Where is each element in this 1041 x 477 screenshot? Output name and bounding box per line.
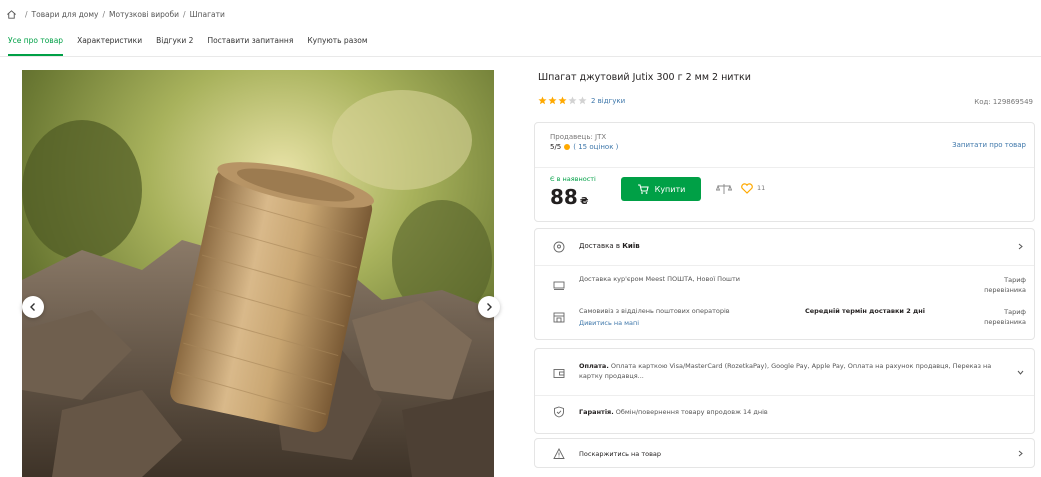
product-rating: 2 відгуки	[538, 96, 625, 105]
tab-reviews[interactable]: Відгуки 2	[156, 34, 193, 54]
product-code: Код: 129869549	[974, 98, 1033, 106]
payment-warranty-card: Оплата. Оплата карткою Visa/MasterCard (…	[534, 348, 1035, 434]
buy-button-label: Купити	[654, 184, 686, 194]
photo-prev-button[interactable]	[22, 296, 44, 318]
pickup-tariff: Тариф перевізника	[984, 308, 1026, 326]
breadcrumb-item-rope[interactable]: Мотузкові вироби	[109, 10, 179, 19]
payment-info: Оплата. Оплата карткою Visa/MasterCard (…	[579, 361, 999, 381]
seller-rating: 5/5 ( 15 оцінок )	[550, 143, 618, 151]
complaint-label: Поскаржитись на товар	[579, 450, 662, 458]
star-empty-icon	[568, 96, 577, 105]
seller-divider	[535, 167, 1034, 168]
warranty-info: Гарантія. Обмін/повернення товару впродо…	[579, 407, 768, 417]
complaint-card[interactable]: Поскаржитись на товар	[534, 438, 1035, 468]
stock-status: Є в наявності	[550, 175, 596, 183]
tab-bought-together[interactable]: Купують разом	[307, 34, 367, 54]
ask-about-product-link[interactable]: Запитати про товар	[952, 141, 1026, 149]
star-filled-icon	[558, 96, 567, 105]
warning-triangle-icon	[553, 448, 565, 459]
breadcrumb-item-household[interactable]: Товари для дому	[32, 10, 99, 19]
payment-text: Оплата карткою Visa/MasterCard (RozetkaP…	[579, 362, 992, 380]
delivery-city-prefix: Доставка в	[579, 242, 620, 250]
seller-ratings-link[interactable]: ( 15 оцінок )	[573, 143, 618, 151]
rating-stars	[538, 96, 587, 105]
price: 88 ₴	[550, 185, 588, 209]
seller-card: Продавець: JTX 5/5 ( 15 оцінок ) Запитат…	[534, 122, 1035, 222]
breadcrumb-separator: /	[102, 9, 106, 19]
chevron-down-icon[interactable]	[1017, 369, 1024, 376]
star-filled-icon	[538, 96, 547, 105]
heart-icon[interactable]	[741, 183, 753, 194]
seller-score-dot-icon	[564, 144, 571, 150]
delivery-city-row[interactable]: Доставка в Київ	[535, 229, 1034, 265]
warranty-title: Гарантія.	[579, 408, 614, 416]
seller-name[interactable]: Продавець: JTX	[550, 133, 606, 141]
product-tabs: Усе про товар Характеристики Відгуки 2 П…	[8, 34, 368, 56]
location-pin-icon	[553, 241, 565, 253]
star-filled-icon	[548, 96, 557, 105]
cart-icon	[637, 184, 649, 194]
tab-all-about[interactable]: Усе про товар	[8, 34, 64, 56]
chevron-right-icon	[487, 303, 492, 311]
tab-ask-question[interactable]: Поставити запитання	[207, 34, 293, 54]
payment-title: Оплата.	[579, 362, 609, 370]
courier-tariff: Тариф перевізника	[984, 276, 1026, 294]
delivery-card: Доставка в Київ Доставка кур'єром Meest …	[534, 228, 1035, 340]
courier-delivery-text: Доставка кур'єром Meest ПОШТА, Нової Пош…	[579, 275, 741, 283]
pickup-text: Самовивіз з відділень поштових операторі…	[579, 307, 730, 315]
breadcrumb: / Товари для дому / Мотузкові вироби / Ш…	[6, 6, 225, 22]
price-value: 88	[550, 185, 578, 209]
delivery-divider	[535, 265, 1034, 266]
shield-icon	[554, 406, 564, 418]
seller-score: 5/5	[550, 143, 562, 151]
compare-scales-icon[interactable]	[716, 183, 732, 195]
tabs-divider	[0, 56, 1041, 57]
chevron-right-icon	[1018, 243, 1023, 250]
warranty-text: Обмін/повернення товару впродовж 14 днів	[615, 408, 768, 416]
delivery-city-name: Київ	[622, 242, 640, 250]
breadcrumb-item-twine[interactable]: Шпагати	[190, 10, 225, 19]
wishlist-count: 11	[757, 184, 766, 192]
product-photo	[22, 70, 494, 477]
reviews-link[interactable]: 2 відгуки	[591, 97, 625, 105]
tab-characteristics[interactable]: Характеристики	[77, 34, 142, 54]
chevron-left-icon	[30, 303, 35, 311]
product-title: Шпагат джутовий Jutix 300 г 2 мм 2 нитки	[538, 72, 751, 83]
pickup-store-icon	[553, 312, 565, 323]
photo-next-button[interactable]	[478, 296, 500, 318]
home-icon[interactable]	[6, 9, 17, 20]
payment-divider	[535, 395, 1034, 396]
wallet-icon	[553, 369, 565, 378]
star-empty-icon	[578, 96, 587, 105]
breadcrumb-separator: /	[25, 9, 28, 19]
courier-truck-icon	[553, 281, 565, 290]
chevron-right-icon	[1018, 450, 1023, 457]
pickup-term: Середній термін доставки 2 дні	[805, 307, 925, 315]
buy-button[interactable]: Купити	[621, 177, 701, 201]
price-currency: ₴	[579, 196, 589, 207]
pickup-map-link[interactable]: Дивитись на мапі	[579, 319, 639, 327]
delivery-city: Доставка в Київ	[579, 242, 640, 250]
breadcrumb-separator: /	[183, 9, 186, 19]
